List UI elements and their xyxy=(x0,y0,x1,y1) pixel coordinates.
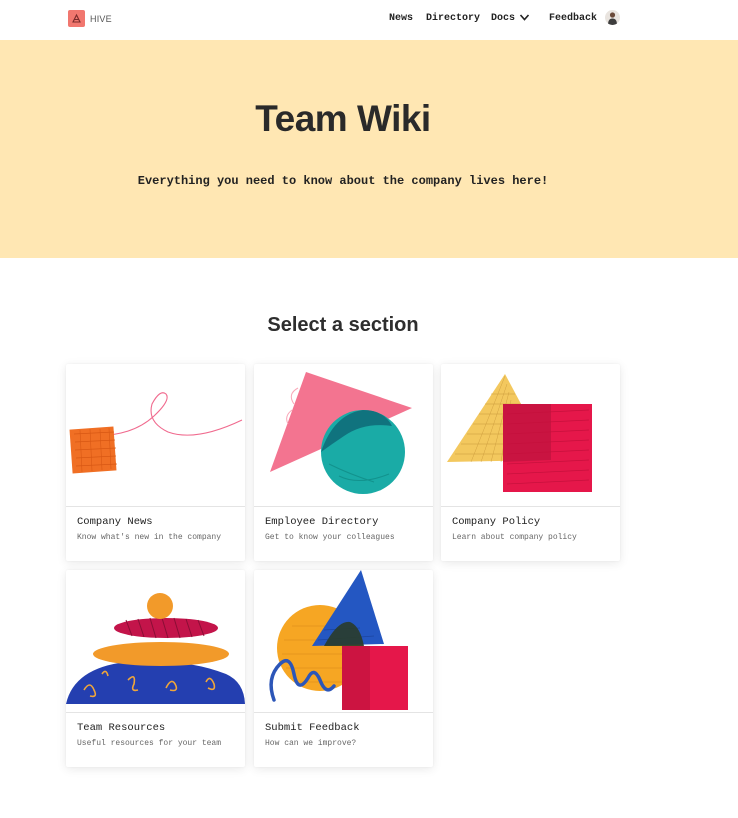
card-title: Company News xyxy=(77,516,153,528)
card-company-news[interactable]: Company News Know what's new in the comp… xyxy=(66,364,245,561)
card-description: How can we improve? xyxy=(265,739,357,748)
team-resources-illustration xyxy=(66,593,245,704)
logo-text: HIVE xyxy=(90,13,112,24)
nav-link-docs[interactable]: Docs xyxy=(491,13,515,24)
card-divider xyxy=(441,506,620,507)
nav-link-feedback[interactable]: Feedback xyxy=(549,13,597,24)
card-description: Useful resources for your team xyxy=(77,739,222,748)
hive-logo-icon xyxy=(68,10,85,27)
company-policy-illustration xyxy=(447,374,592,492)
card-submit-feedback[interactable]: Submit Feedback How can we improve? xyxy=(254,570,433,767)
company-news-illustration xyxy=(69,392,243,474)
section-heading: Select a section xyxy=(267,314,419,336)
hero-banner: Team Wiki Everything you need to know ab… xyxy=(0,40,738,258)
card-divider xyxy=(254,712,433,713)
top-navbar: HIVE News Directory Docs Feedback xyxy=(0,0,738,40)
card-divider xyxy=(66,506,245,507)
chevron-down-icon[interactable] xyxy=(519,13,530,22)
card-title: Employee Directory xyxy=(265,516,379,528)
card-title: Submit Feedback xyxy=(265,722,360,734)
card-company-policy[interactable]: Company Policy Learn about company polic… xyxy=(441,364,620,561)
nav-link-directory[interactable]: Directory xyxy=(426,13,480,24)
page-title: Team Wiki xyxy=(255,98,431,139)
employee-directory-illustration xyxy=(270,372,412,494)
card-divider xyxy=(66,712,245,713)
card-employee-directory[interactable]: Employee Directory Get to know your coll… xyxy=(254,364,433,561)
user-avatar[interactable] xyxy=(605,10,620,25)
card-title: Company Policy xyxy=(452,516,541,528)
card-divider xyxy=(254,506,433,507)
card-description: Know what's new in the company xyxy=(77,533,222,542)
submit-feedback-illustration xyxy=(269,570,408,710)
card-description: Learn about company policy xyxy=(452,533,577,542)
card-description: Get to know your colleagues xyxy=(265,533,395,542)
card-team-resources[interactable]: Team Resources Useful resources for your… xyxy=(66,570,245,767)
page-subtitle: Everything you need to know about the co… xyxy=(137,174,549,188)
nav-link-news[interactable]: News xyxy=(389,13,413,24)
card-title: Team Resources xyxy=(77,722,166,734)
logo-link[interactable]: HIVE xyxy=(68,10,112,27)
